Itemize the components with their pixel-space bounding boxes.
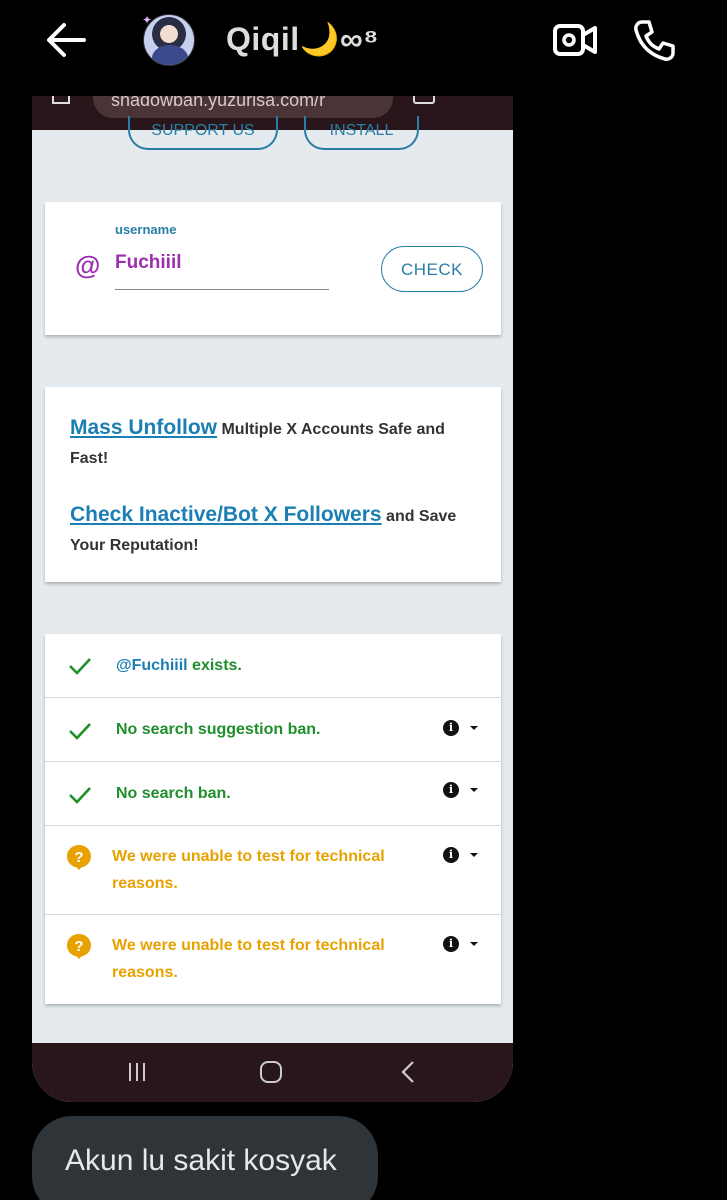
search-ban-text: No search ban. xyxy=(116,785,231,802)
mass-unfollow-link: Mass Unfollow xyxy=(70,416,218,439)
support-us-button: SUPPORT US xyxy=(128,116,278,150)
unable-text-2: We were unable to test for technical rea… xyxy=(112,937,385,981)
exists-suffix: exists. xyxy=(187,657,242,674)
avatar-star-icon: ✦ xyxy=(142,13,153,27)
result-row-suggestion-ban: No search suggestion ban. i xyxy=(45,698,501,762)
username-label: username xyxy=(115,222,177,237)
username-search-card: @ username Fuchiiil CHECK xyxy=(45,202,501,335)
android-nav-bar xyxy=(32,1043,513,1102)
username-handle: @Fuchiiil xyxy=(116,657,188,674)
phone-call-icon[interactable] xyxy=(632,18,676,62)
check-icon xyxy=(69,723,91,740)
info-icon: i xyxy=(443,782,459,798)
svg-text:?: ? xyxy=(74,938,83,955)
results-card: @Fuchiiil exists. No search suggestion b… xyxy=(45,634,501,1004)
chevron-down-icon xyxy=(470,942,478,946)
chevron-down-icon xyxy=(470,788,478,792)
install-button: INSTALL xyxy=(304,116,419,150)
chat-header: ✦ Qiqil🌙∞⁸ xyxy=(0,0,727,82)
chevron-down-icon xyxy=(470,853,478,857)
suggestion-ban-text: No search suggestion ban. xyxy=(116,721,321,738)
info-icon: i xyxy=(443,720,459,736)
back-nav-icon xyxy=(401,1061,414,1083)
message-bubble[interactable]: Akun lu sakit kosyak xyxy=(32,1116,378,1200)
check-icon xyxy=(69,787,91,804)
chevron-down-icon xyxy=(470,726,478,730)
info-icon: i xyxy=(443,847,459,863)
result-row-unable-1: ? We were unable to test for technical r… xyxy=(45,826,501,915)
question-icon: ? xyxy=(67,934,91,959)
back-arrow-icon[interactable] xyxy=(44,20,88,60)
recents-icon xyxy=(129,1063,145,1081)
promo-line-1: Mass Unfollow Multiple X Accounts Safe a… xyxy=(70,413,476,473)
home-icon xyxy=(52,96,70,104)
question-icon: ? xyxy=(67,845,91,870)
check-inactive-link: Check Inactive/Bot X Followers xyxy=(70,503,382,526)
promo-card: Mass Unfollow Multiple X Accounts Safe a… xyxy=(45,387,501,582)
result-row-search-ban: No search ban. i xyxy=(45,762,501,826)
url-field: shadowban.yuzurisa.com/r xyxy=(93,96,393,118)
check-icon xyxy=(69,658,91,675)
shared-screenshot[interactable]: shadowban.yuzurisa.com/r SUPPORT US INST… xyxy=(32,96,513,1102)
svg-text:?: ? xyxy=(74,849,83,866)
exists-text: @Fuchiiil exists. xyxy=(116,652,242,679)
result-row-unable-2: ? We were unable to test for technical r… xyxy=(45,915,501,1004)
info-icon: i xyxy=(443,936,459,952)
video-call-icon[interactable] xyxy=(552,20,598,60)
username-input: Fuchiiil xyxy=(115,248,329,290)
home-button-icon xyxy=(260,1061,282,1083)
tabs-icon xyxy=(413,96,435,104)
at-symbol-icon: @ xyxy=(75,250,101,280)
check-button: CHECK xyxy=(381,246,483,292)
promo-line-2: Check Inactive/Bot X Followers and Save … xyxy=(70,500,476,560)
contact-name[interactable]: Qiqil🌙∞⁸ xyxy=(226,20,379,58)
unable-text-1: We were unable to test for technical rea… xyxy=(112,848,385,892)
result-row-exists: @Fuchiiil exists. xyxy=(45,634,501,698)
